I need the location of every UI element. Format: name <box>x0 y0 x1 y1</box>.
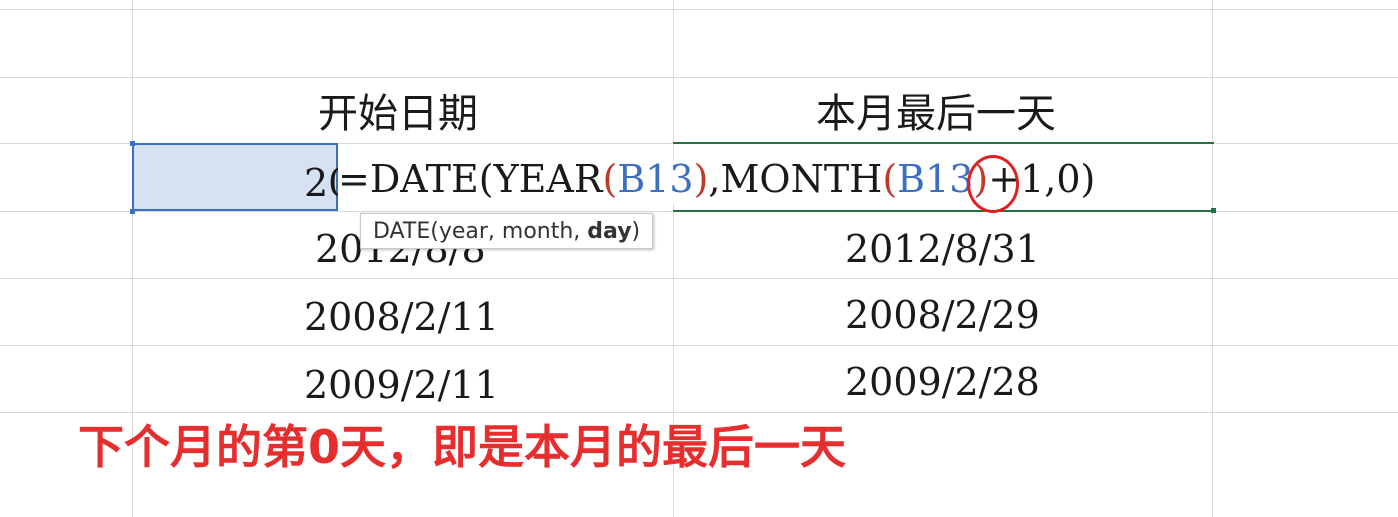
last-day-cell[interactable]: 2012/8/31 <box>845 230 1040 268</box>
formula-separator: , <box>708 157 721 201</box>
formula-func-month: MONTH <box>720 157 883 201</box>
selection-handle[interactable] <box>130 141 135 146</box>
formula-close-paren: ) <box>1080 157 1096 201</box>
formula-equals: = <box>338 157 370 201</box>
tooltip-close: ) <box>631 219 641 244</box>
selection-handle[interactable] <box>130 209 135 214</box>
formula-day-value: 0 <box>1056 157 1081 201</box>
row-divider <box>0 9 1398 10</box>
formula-func-year: YEAR <box>493 157 603 201</box>
edit-cell-top-border <box>673 142 1214 144</box>
formula-paren: ) <box>693 157 709 201</box>
last-day-cell[interactable]: 2009/2/28 <box>845 363 1040 401</box>
tooltip-active-arg: day <box>587 219 632 244</box>
header-start-date[interactable]: 开始日期 <box>318 94 478 134</box>
formula-paren: ( <box>602 157 618 201</box>
last-day-cell[interactable]: 2008/2/29 <box>845 296 1040 334</box>
row-divider <box>0 412 1398 413</box>
row-divider <box>0 77 1398 78</box>
row-divider <box>0 278 1398 279</box>
formula-paren: ( <box>882 157 898 201</box>
row-divider <box>0 345 1398 346</box>
start-date-cell[interactable]: 2009/2/11 <box>304 366 499 404</box>
header-month-last-day[interactable]: 本月最后一天 <box>816 94 1056 134</box>
start-date-cell[interactable]: 2008/2/11 <box>304 298 499 336</box>
highlight-circle <box>967 155 1019 213</box>
tooltip-signature: DATE(year, month, <box>373 219 588 244</box>
formula-ref: B13 <box>897 157 974 201</box>
edit-cell-bottom-border <box>673 210 1214 212</box>
formula-ref: B13 <box>617 157 694 201</box>
function-tooltip[interactable]: DATE(year, month, day) <box>360 213 654 249</box>
formula-func-date: DATE( <box>369 157 494 201</box>
annotation-text: 下个月的第0天，即是本月的最后一天 <box>78 420 847 474</box>
edit-cell-handle[interactable] <box>1211 208 1216 213</box>
